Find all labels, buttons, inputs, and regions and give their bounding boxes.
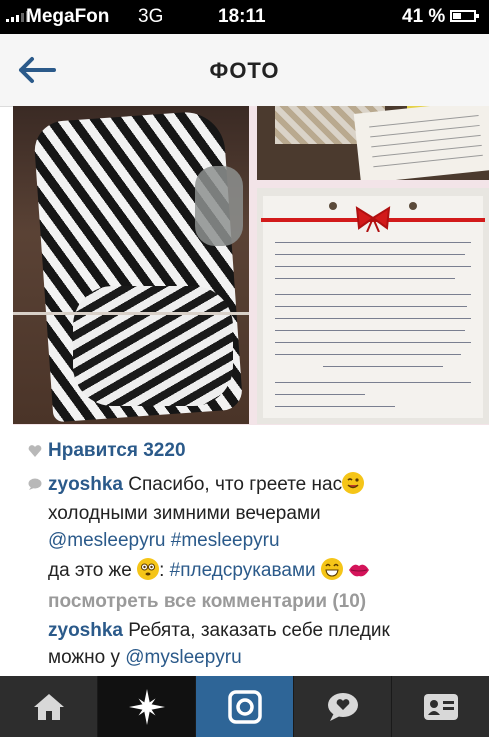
- clock: 18:11: [218, 6, 266, 27]
- caption-username[interactable]: zyoshka: [48, 474, 123, 495]
- tab-news[interactable]: [294, 676, 392, 737]
- tab-explore[interactable]: [98, 676, 196, 737]
- home-icon: [33, 693, 64, 720]
- tab-bar: [0, 676, 489, 737]
- comment-mention-link[interactable]: @mysleepyru: [125, 647, 241, 668]
- comment-text: Ребята, заказать себе пледик: [128, 620, 390, 641]
- comment-line-1: zyoshka Ребята, заказать себе пледик: [48, 619, 390, 643]
- battery-icon: [450, 10, 479, 22]
- tab-home[interactable]: [0, 676, 98, 737]
- camera-icon: [227, 689, 262, 724]
- caption-mentions[interactable]: @mesleepyru #mesleepyru: [48, 529, 280, 553]
- caption-line-4: да это же : #пледсрукавами: [48, 558, 370, 583]
- hashtag-link[interactable]: #пледсрукавами: [170, 560, 316, 581]
- caption-text: Спасибо, что греете нас: [128, 474, 343, 495]
- explore-star-icon: [128, 688, 165, 725]
- page-title: ФОТО: [209, 58, 280, 83]
- battery-percent: 41 %: [402, 6, 446, 27]
- wink-tongue-emoji-icon: [342, 472, 365, 494]
- grin-emoji-icon: [320, 558, 343, 580]
- gift-box-photo: [257, 106, 489, 180]
- carrier-name: MegaFon: [26, 6, 110, 27]
- comment-username[interactable]: zyoshka: [48, 620, 123, 641]
- heart-icon: [28, 445, 42, 457]
- caption-text-4: да это же: [48, 560, 132, 581]
- caption-line-2: холодными зимними вечерами: [48, 503, 321, 524]
- news-bubble-icon: [327, 692, 358, 721]
- tab-camera[interactable]: [196, 676, 294, 737]
- comment-text-2: можно у: [48, 647, 120, 668]
- flushed-emoji-icon: [137, 558, 160, 580]
- handwritten-note-photo: [257, 188, 489, 424]
- tab-profile[interactable]: [392, 676, 489, 737]
- profile-card-icon: [423, 693, 458, 720]
- comment-line-2: можно у @mysleepyru: [48, 646, 242, 670]
- likes-count[interactable]: Нравится 3220: [48, 439, 186, 463]
- comment-bubble-icon: [28, 478, 42, 490]
- view-all-comments-link[interactable]: посмотреть все комментарии (10): [48, 590, 366, 614]
- zebra-blanket-photo: [13, 106, 249, 424]
- nav-bar: ФОТО: [0, 34, 489, 107]
- caption-line-1: zyoshka Спасибо, что греете нас: [48, 472, 365, 497]
- status-bar: MegaFon 3G 18:11 41 %: [0, 0, 489, 34]
- network-type: 3G: [138, 6, 164, 27]
- kiss-lips-icon: [349, 564, 370, 577]
- post-photo-collage[interactable]: [13, 106, 489, 425]
